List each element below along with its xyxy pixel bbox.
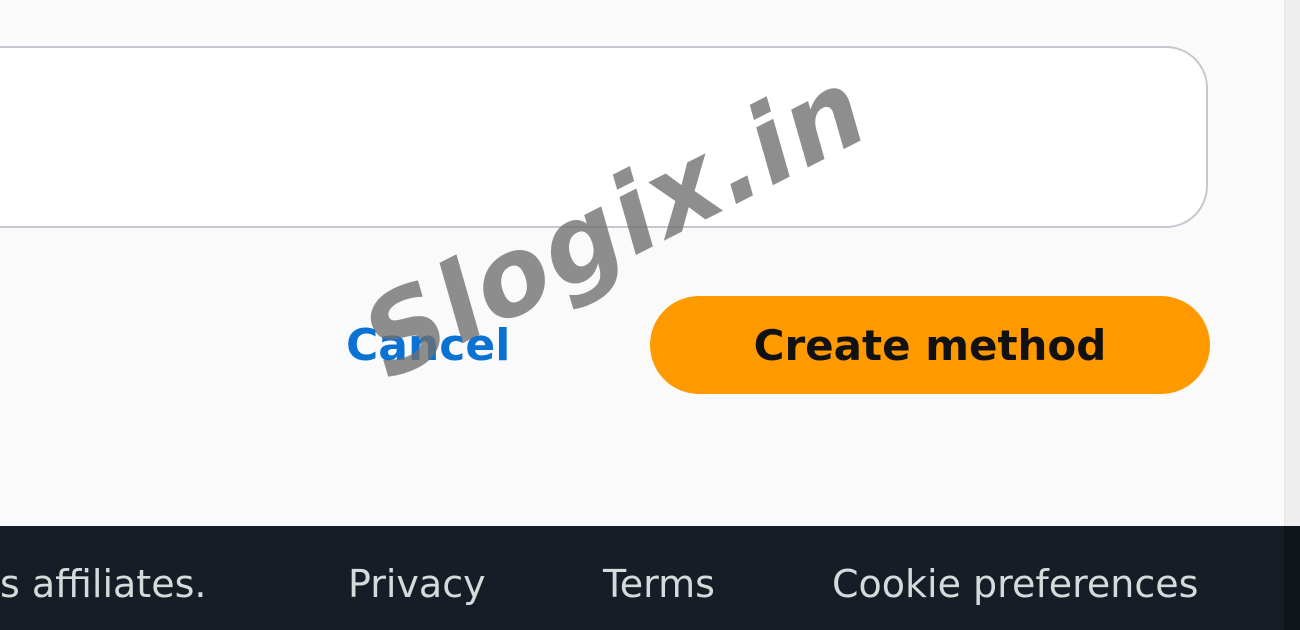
footer-edge <box>1284 526 1300 630</box>
scrollbar-track[interactable] <box>1284 0 1300 526</box>
footer-link-privacy[interactable]: Privacy <box>348 558 486 610</box>
footer-link-cookie-preferences[interactable]: Cookie preferences <box>832 558 1198 610</box>
page: Cancel Create method s affiliates. Priva… <box>0 0 1300 630</box>
cancel-button[interactable]: Cancel <box>346 318 510 374</box>
form-actions: Cancel Create method <box>0 0 1284 526</box>
footer-link-terms[interactable]: Terms <box>603 558 715 610</box>
create-method-button[interactable]: Create method <box>650 296 1210 394</box>
footer-copyright-text: s affiliates. <box>0 562 207 606</box>
